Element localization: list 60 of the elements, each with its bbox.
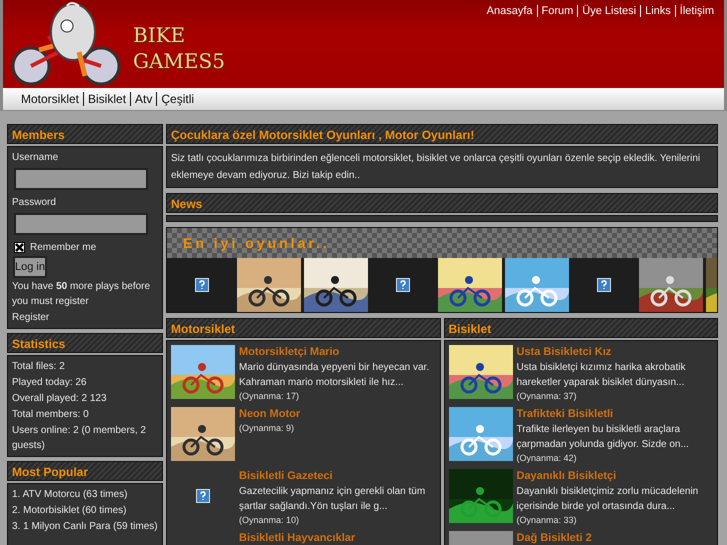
stat-line: Users online: 2 (0 members, 2 guests): [12, 424, 147, 453]
panel-title: Bisiklet: [444, 318, 718, 338]
play-count: (Oynanma: 37): [516, 390, 578, 403]
game-description: Dayanıklı bisikletçimiz zorlu mücadelenin içerisinde birde yol ortasında dura...: [516, 485, 700, 514]
popular-game-link[interactable]: 1. ATV Motorcu (63 times): [12, 487, 158, 502]
plays-notice: You have 50 more plays before you must register: [12, 280, 152, 309]
register-link[interactable]: Register: [12, 310, 158, 325]
logo-text: GAMES5: [133, 48, 225, 74]
broken-image-icon: [396, 278, 410, 292]
carousel-title: En iyi oyunlar..: [183, 235, 330, 251]
stat-line: Overall played: 2 123: [12, 392, 108, 406]
game-title-link[interactable]: Dağ Bisikleti 2: [516, 531, 592, 545]
game-title-link[interactable]: Neon Motor: [239, 407, 300, 422]
game-title-link[interactable]: Bisikletli Hayvancıklar: [239, 531, 356, 545]
stat-line: Total members: 0: [12, 408, 90, 422]
username-field[interactable]: [14, 168, 148, 190]
game-title-link[interactable]: Usta Bisikletci Kız: [516, 345, 713, 360]
top-link[interactable]: Forum: [536, 5, 578, 17]
game-title-link[interactable]: Trafikteki Bisikletli: [516, 407, 713, 422]
top-link[interactable]: Links: [640, 5, 675, 17]
top-link[interactable]: Üye Listesi: [577, 5, 640, 17]
panel-title: Members: [7, 124, 163, 144]
panel-title: Motorsiklet: [166, 318, 440, 338]
logo-text: BIKE: [133, 22, 186, 48]
top-link[interactable]: Anasayfa: [482, 5, 536, 17]
broken-image-icon: [195, 278, 209, 292]
nav-link[interactable]: Bisiklet: [83, 92, 130, 106]
play-count: (Oynanma: 9): [239, 422, 296, 435]
login-button[interactable]: Log in: [13, 256, 47, 278]
field-label: Password: [12, 196, 57, 210]
nav-link[interactable]: Atv: [130, 92, 156, 106]
nav-link[interactable]: Çeşitli: [156, 92, 198, 106]
play-count: (Oynanma: 10): [239, 514, 300, 527]
game-title-link[interactable]: Dayanıklı Bisikletçi: [516, 469, 713, 484]
broken-image-icon: [597, 278, 611, 292]
game-description: Mario dünyasında yepyeni bir heyecan var. Kahraman mario motorsikleti ile hız...: [239, 361, 430, 390]
broken-image-icon: [196, 489, 210, 503]
play-count: (Oynanma: 17): [239, 390, 300, 403]
game-title-link[interactable]: Bisikletli Gazeteci: [239, 469, 436, 484]
game-description: Trafikte ilerleyen bu bisikletli araçlara çarpmadan yolunda gidiyor. Sizde on...: [516, 423, 690, 452]
nav-link[interactable]: Motorsiklet: [17, 92, 84, 106]
game-description: Usta bisikletçi kızımız harika akrobatik hareketler yaparak bisiklet dünyasın...: [516, 361, 686, 390]
panel-title: Statistics: [7, 333, 163, 353]
field-label: Username: [12, 151, 60, 165]
game-title-link[interactable]: Motorsikletçi Mario: [239, 345, 436, 360]
popular-game-link[interactable]: 2. Motorbisiklet (60 times): [12, 503, 158, 518]
popular-game-link[interactable]: 3. 1 Milyon Canlı Para (59 times): [12, 519, 158, 534]
stat-line: Played today: 26: [12, 376, 88, 390]
stat-line: Total files: 2: [12, 360, 66, 374]
play-count: (Oynanma: 33): [516, 514, 578, 527]
remember-checkbox[interactable]: [14, 242, 25, 253]
panel-title: Çocuklara özel Motorsiklet Oyunları , Motor Oyunları!: [166, 124, 718, 144]
panel-title: News: [166, 193, 718, 213]
panel-title: Most Popular: [7, 461, 163, 481]
game-description: Gazetecilik yapmanız için gerekli olan tüm şartlar sağlandı.Yön tuşları ile g...: [239, 485, 426, 514]
intro-text: Siz tatlı çocuklarımıza birbirinden eğlenceli motorsiklet, bisiklet ve onlarca çeşitli oyunları özenle seçip ekledik. Yenilerini eklemeye devam ediyoruz. Bizi takip edin..: [171, 152, 702, 183]
top-link[interactable]: İletişim: [674, 5, 718, 17]
password-field[interactable]: [14, 213, 148, 235]
checkbox-label: Remember me: [30, 241, 96, 255]
play-count: (Oynanma: 42): [516, 452, 578, 465]
